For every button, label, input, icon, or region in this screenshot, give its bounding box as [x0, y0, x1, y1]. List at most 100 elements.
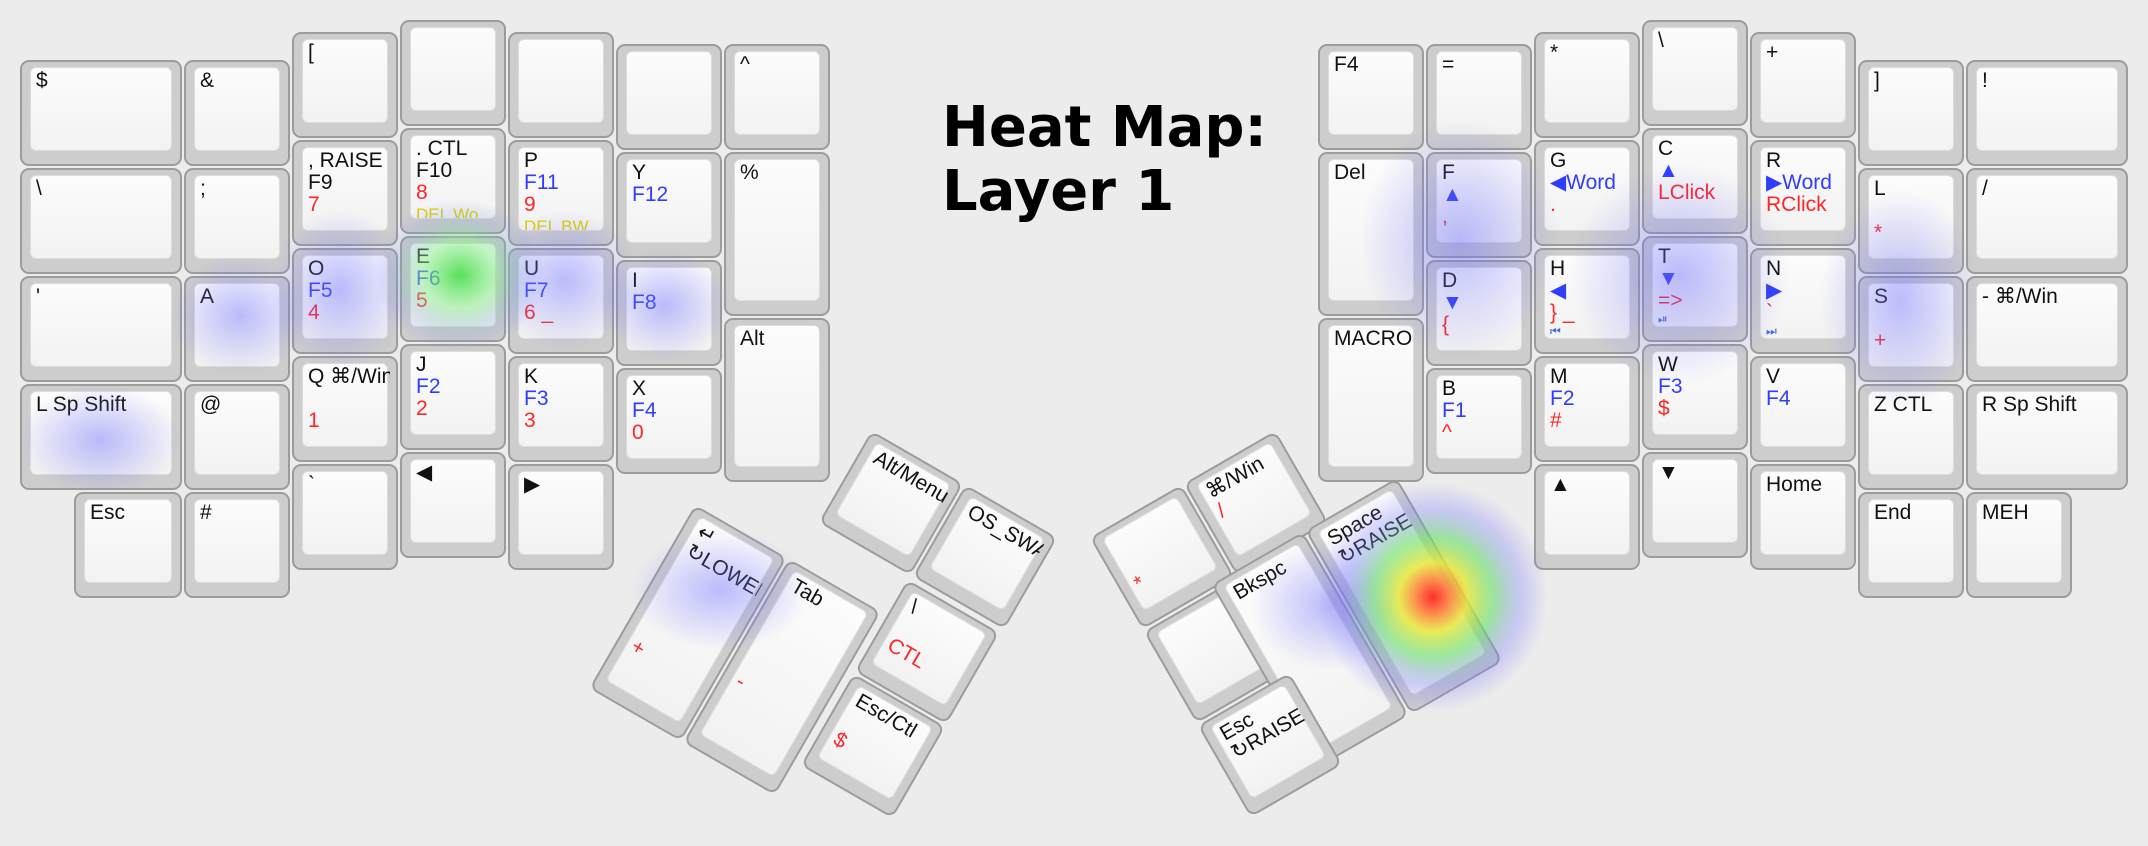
- key-legend: U: [524, 258, 540, 280]
- key-legends: [524, 42, 606, 122]
- key-legend: F4: [1334, 54, 1359, 76]
- key-blank-top-2: [508, 32, 614, 138]
- key-legend: H: [1550, 258, 1566, 280]
- key-legend: F2: [1550, 387, 1575, 410]
- key-legends: L *: [1874, 178, 1956, 258]
- key-o: O F5 4: [292, 248, 398, 354]
- key-legends: J F2 2: [416, 354, 498, 434]
- key-legend: ^: [1442, 421, 1452, 444]
- key-m: M F2 #: [1534, 356, 1640, 462]
- key-legend: +: [1874, 329, 1887, 352]
- key-esc: Esc: [74, 492, 182, 598]
- key-legend: %: [740, 162, 759, 184]
- key-legend: Esc: [90, 502, 126, 524]
- key-legends: [: [308, 42, 390, 122]
- key-up: ▲: [1534, 464, 1640, 570]
- key-percent: %: [724, 152, 830, 316]
- key-legends: - ⌘/Win: [1982, 286, 2120, 366]
- key-semicolon: ;: [184, 168, 290, 274]
- key-legends: &: [200, 70, 282, 150]
- key-t: T ▼ => ⏯: [1642, 236, 1748, 342]
- key-legends: O F5 4: [308, 258, 390, 338]
- key-blank-top-3: [616, 44, 722, 150]
- key-p: P F11 9 DEL BW: [508, 140, 614, 246]
- key-backtick: `: [292, 464, 398, 570]
- key-legends: G ◀Word.: [1550, 150, 1632, 230]
- key-legend: E: [416, 246, 431, 268]
- key-legends: MEH: [1982, 502, 2064, 582]
- key-legend: Z CTL: [1874, 394, 1933, 416]
- key-legends: =: [1442, 54, 1524, 134]
- key-legend: L: [1874, 178, 1886, 200]
- key-legend: RClick: [1766, 193, 1827, 216]
- key-blank-top-1: [400, 20, 506, 126]
- key-legends: V F4: [1766, 366, 1848, 446]
- key-legend: Q ⌘/Win: [308, 366, 390, 388]
- key-legends: C ▲ LClick: [1658, 138, 1740, 218]
- key-del: Del: [1318, 152, 1424, 316]
- key-legend: ▲: [1658, 159, 1679, 182]
- key-legend: B: [1442, 378, 1457, 400]
- key-legends: \: [36, 178, 174, 258]
- key-legend: X: [632, 378, 647, 400]
- key-legend: ▼: [1658, 267, 1679, 290]
- key-legend: \: [36, 178, 42, 200]
- key-legends: [416, 30, 498, 110]
- key-legend: 2: [416, 397, 428, 420]
- key-legend: `: [1766, 301, 1773, 324]
- key-legend: ⏮: [1550, 324, 1561, 338]
- key-legend: . CTL: [416, 138, 468, 160]
- key-n: N ▶ ` ⏭: [1750, 248, 1856, 354]
- key-legend: /: [1982, 178, 1988, 200]
- key-rbracket: ]: [1858, 60, 1964, 166]
- key-legend: } _: [1550, 301, 1575, 324]
- key-alt: Alt: [724, 318, 830, 482]
- key-legends: /: [1982, 178, 2120, 258]
- key-legend: Home: [1766, 474, 1823, 496]
- key-legends: `: [308, 474, 390, 554]
- key-legends: I F8: [632, 270, 714, 350]
- key-legends: F4: [1334, 54, 1416, 134]
- key-legend: ;: [200, 178, 206, 200]
- key-legend: F4: [1766, 387, 1791, 410]
- key-legend: ^: [740, 54, 750, 76]
- key-legends: Z CTL: [1874, 394, 1956, 474]
- key-legends: T ▼ => ⏯: [1658, 246, 1740, 326]
- key-legend: 8: [416, 181, 428, 204]
- key-legend: #: [1550, 409, 1562, 432]
- key-legend: I: [632, 270, 638, 292]
- key-legends: S +: [1874, 286, 1956, 366]
- key-legend: Del: [1334, 162, 1366, 184]
- key-legend: 0: [632, 421, 644, 444]
- key-legend: 6 _: [524, 301, 554, 324]
- key-legend: DEL BW: [524, 217, 589, 230]
- key-legends: MACRO: [1334, 328, 1416, 466]
- key-legend: ▼: [1442, 291, 1463, 314]
- key-legend: D: [1442, 270, 1458, 292]
- key-legends: , RAISE F9 7: [308, 150, 390, 230]
- key-legends: #: [200, 502, 282, 582]
- key-legends: \ CTL: [876, 596, 987, 706]
- key-legend: L Sp Shift: [36, 394, 127, 416]
- key-legend: A: [200, 286, 215, 308]
- key-rspshift: R Sp Shift: [1966, 384, 2128, 490]
- key-legend: &: [200, 70, 215, 92]
- key-legend: 7: [308, 193, 320, 216]
- key-legend: J: [416, 354, 427, 376]
- key-slash: /: [1966, 168, 2128, 274]
- key-f: F ▲,: [1426, 152, 1532, 258]
- key-legend: 1: [308, 409, 320, 432]
- key-legend: F1: [1442, 399, 1467, 422]
- key-legend: ▶: [1766, 279, 1783, 302]
- key-legend: F: [1442, 162, 1455, 184]
- key-legends: Home: [1766, 474, 1848, 554]
- key-legend: F12: [632, 183, 669, 206]
- key-legend: , RAISE: [308, 150, 383, 172]
- key-right: ▶: [508, 464, 614, 570]
- key-legend: R: [1766, 150, 1782, 172]
- key-legend: LClick: [1658, 181, 1716, 204]
- key-legends: Esc: [90, 502, 174, 582]
- key-c: C ▲ LClick: [1642, 128, 1748, 234]
- key-f4: F4: [1318, 44, 1424, 150]
- key-legends: ;: [200, 178, 282, 258]
